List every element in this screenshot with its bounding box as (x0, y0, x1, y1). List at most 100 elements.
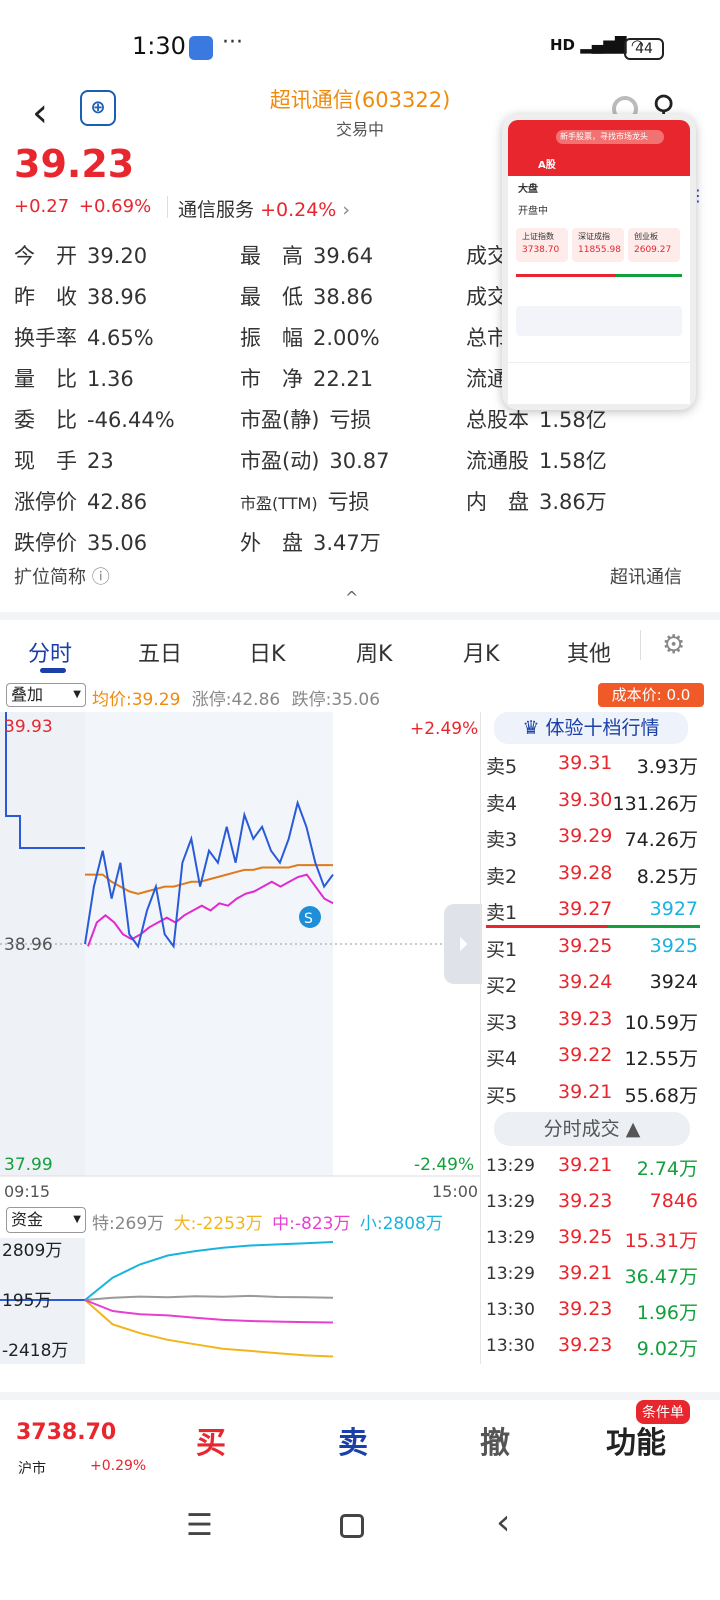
level-price: 39.23 (558, 1007, 613, 1030)
side-more-icon[interactable]: ⋮ (690, 186, 706, 205)
s-marker-label: S (304, 911, 313, 927)
tick-qty: 7846 (649, 1190, 698, 1212)
quote-label: 今 开 (14, 244, 77, 268)
fund-select[interactable]: 资金 ▼ (6, 1207, 86, 1233)
tab-five-day[interactable]: 五日 (138, 636, 182, 668)
chart-tabbar: 分时 五日 日K 周K 月K 其他 (0, 612, 720, 674)
flow-xiao: 小:2808万 (359, 1214, 443, 1234)
gear-icon[interactable]: ⚙ (662, 630, 685, 660)
ask-row[interactable]: 卖2 39.28 8.25万 (486, 856, 700, 892)
divider (480, 712, 481, 1364)
tab-other[interactable]: 其他 (567, 636, 611, 668)
level-qty: 8.25万 (636, 865, 698, 888)
tab-weekly-k[interactable]: 周K (356, 636, 392, 668)
back-nav-icon[interactable]: ‹ (496, 1502, 510, 1543)
quote-label: 昨 收 (14, 285, 77, 309)
quote-label: 换手率 (14, 326, 77, 350)
status-time: 1:30 (132, 32, 186, 60)
quote-value: 4.65% (87, 326, 154, 350)
quote-cell: 今 开 39.20 (14, 240, 147, 270)
quote-value: 亏损 (329, 408, 372, 432)
level10-title[interactable]: ♛ 体验十档行情 (494, 712, 688, 744)
ask-row[interactable]: 卖4 39.30 131.26万 (486, 783, 700, 819)
quote-cell: 外 盘 3.47万 (240, 527, 381, 557)
mini-tab: A股 (538, 160, 556, 171)
fund-flow-chart: 2809万 195万 -2418万 (0, 1238, 334, 1364)
menu-icon[interactable]: ☰ (186, 1508, 213, 1543)
bid-row[interactable]: 买3 39.23 10.59万 (486, 1002, 700, 1038)
overlay-select[interactable]: 叠加 ▼ (6, 683, 86, 707)
quote-label: 振 幅 (240, 326, 303, 350)
tick-price: 39.23 (558, 1298, 613, 1320)
level-price: 39.27 (558, 898, 613, 920)
tick-price: 39.23 (558, 1334, 613, 1356)
buy-button[interactable]: 买 (196, 1418, 226, 1462)
sector-chevron-icon: › (342, 199, 350, 221)
crown-icon: ♛ (522, 717, 540, 739)
floating-mini-window[interactable]: 新手股票，寻找市场龙头 A股 大盘 开盘中 上证指数 3738.70 深证成指 … (502, 114, 696, 410)
quote-cell: 昨 收 38.96 (14, 281, 147, 311)
divider (640, 630, 641, 660)
drawer-handle-icon[interactable]: ⏵ (444, 904, 482, 984)
tick-price: 39.25 (558, 1226, 613, 1248)
price-change: +0.27 +0.69% (14, 196, 151, 217)
tick-qty: 36.47万 (624, 1266, 698, 1288)
collapse-chevron-icon[interactable]: ^ (345, 588, 358, 607)
mini-search: 新手股票，寻找市场龙头 (556, 130, 664, 144)
tick-time: 13:29 (486, 1156, 535, 1176)
tick-time: 13:30 (486, 1336, 535, 1356)
mini-index-box: 上证指数 3738.70 (516, 228, 568, 262)
tick-time: 13:29 (486, 1192, 535, 1212)
level-qty: 3924 (649, 971, 698, 993)
ask-divider (486, 925, 608, 928)
quote-value: 39.64 (313, 244, 374, 268)
quote-value: 38.86 (313, 285, 374, 309)
limit-up: 涨停:42.86 (191, 690, 281, 710)
level-price: 39.30 (558, 788, 613, 811)
quote-label: 涨停价 (14, 490, 77, 514)
cost-price-badge[interactable]: 成本价: 0.0 (598, 683, 704, 707)
bid-row[interactable]: 买1 39.25 3925 (486, 929, 700, 965)
flow-y-mid: 195万 (2, 1291, 51, 1311)
mini-header: 新手股票，寻找市场龙头 A股 (508, 120, 690, 176)
tab-daily-k[interactable]: 日K (249, 636, 285, 668)
level-label: 卖3 (486, 829, 518, 851)
quote-label: 总股本 (466, 408, 529, 432)
pct-low-label: -2.49% (414, 1155, 474, 1175)
ask-row[interactable]: 卖3 39.29 74.26万 (486, 819, 700, 855)
mini-index-box: 创业板 2609.27 (628, 228, 680, 262)
tab-fenshi[interactable]: 分时 (28, 636, 72, 668)
mini-status: 开盘中 (518, 206, 548, 217)
level-label: 卖4 (486, 792, 518, 815)
sell-button[interactable]: 卖 (338, 1418, 368, 1462)
bid-row[interactable]: 买5 39.21 55.68万 (486, 1075, 700, 1111)
quote-label: 市盈(动) (240, 449, 320, 473)
function-button[interactable]: 功能 (606, 1418, 666, 1462)
level-label: 买2 (486, 975, 518, 997)
tab-monthly-k[interactable]: 月K (463, 636, 499, 668)
bid-row[interactable]: 买4 39.22 12.55万 (486, 1038, 700, 1074)
index-value[interactable]: 3738.70 (16, 1420, 116, 1445)
bid-row[interactable]: 买2 39.24 3924 (486, 965, 700, 1001)
sector-pct: +0.24% (260, 199, 337, 221)
ticks-toggle[interactable]: 分时成交 ▲ (494, 1112, 690, 1146)
quote-label: 外 盘 (240, 531, 303, 555)
flow-series-line (84, 1241, 334, 1301)
quote-value: 1.58亿 (539, 408, 607, 432)
flow-legend: 特:269万 大:-2253万 中:-823万 小:2808万 (92, 1209, 443, 1234)
conditional-order-badge: 条件单 (636, 1400, 690, 1424)
level-label: 卖5 (486, 756, 518, 778)
intraday-chart[interactable]: S 39.93 38.96 37.99 +2.49% -2.49% (0, 712, 482, 1182)
cancel-button[interactable]: 撤 (480, 1418, 510, 1462)
quote-label: 量 比 (14, 367, 77, 391)
level-qty: 55.68万 (624, 1084, 698, 1107)
home-icon[interactable] (340, 1514, 364, 1538)
level-qty: 12.55万 (624, 1048, 698, 1070)
mini-nav (508, 362, 690, 404)
quote-label: 最 高 (240, 244, 303, 268)
sector-link[interactable]: 通信服务 +0.24% › (178, 195, 350, 222)
ask-row[interactable]: 卖5 39.31 3.93万 (486, 746, 700, 782)
flow-series-line (84, 1299, 334, 1324)
quote-cell: 流通股 1.58亿 (466, 445, 607, 475)
ask-row[interactable]: 卖1 39.27 3927 (486, 892, 700, 928)
